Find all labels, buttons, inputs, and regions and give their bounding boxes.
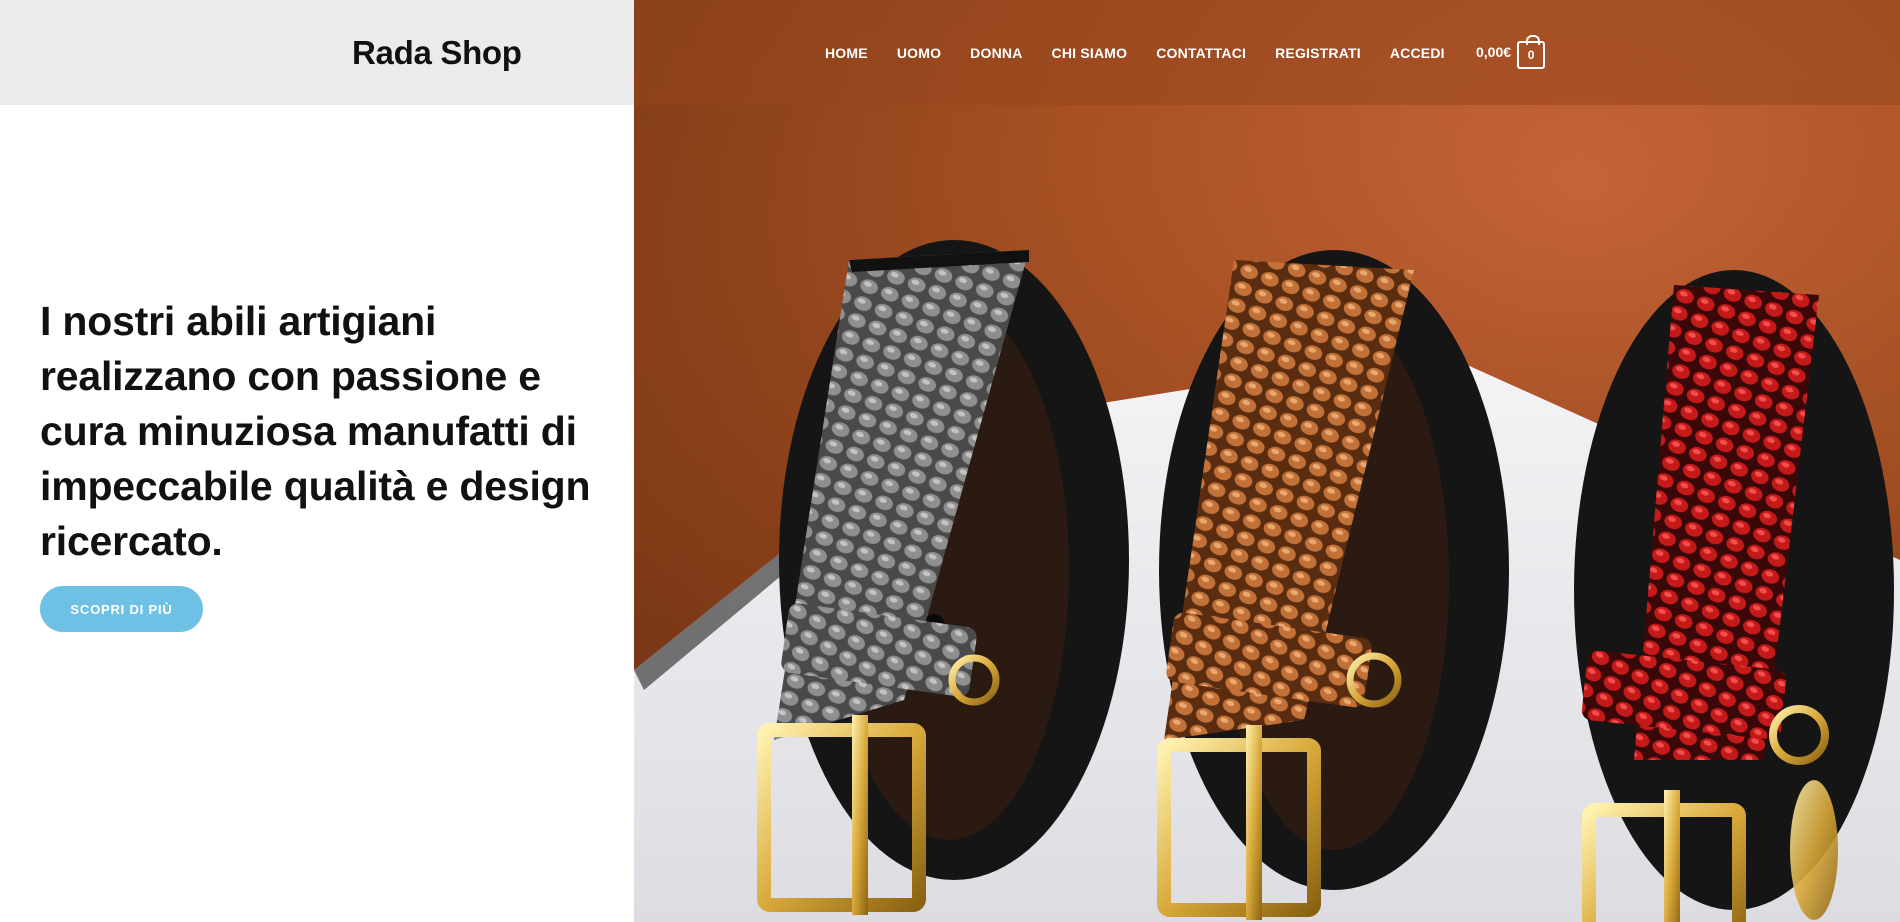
belts-illustration (634, 0, 1900, 922)
header-brand-bar: Rada Shop (0, 0, 634, 105)
site-logo[interactable]: Rada Shop (352, 34, 522, 72)
cart-total: 0,00€ (1476, 44, 1512, 60)
nav-item-contattaci[interactable]: CONTATTACI (1156, 45, 1246, 61)
hero-headline: I nostri abili artigiani realizzano con … (40, 298, 591, 564)
shopping-bag-icon: 0 (1517, 35, 1546, 69)
nav-item-registrati[interactable]: REGISTRATI (1275, 45, 1361, 61)
nav-item-uomo[interactable]: UOMO (897, 45, 941, 61)
hero-image (634, 0, 1900, 922)
discover-more-button[interactable]: SCOPRI DI PIÙ (40, 586, 203, 632)
nav-item-accedi[interactable]: ACCEDI (1390, 45, 1445, 61)
nav-item-chi-siamo[interactable]: CHI SIAMO (1052, 45, 1128, 61)
cart-link[interactable]: 0,00€ 0 (1476, 35, 1546, 69)
nav-item-home[interactable]: HOME (825, 45, 868, 61)
main-nav: HOME UOMO DONNA CHI SIAMO CONTATTACI REG… (825, 43, 1445, 63)
nav-item-donna[interactable]: DONNA (970, 45, 1022, 61)
cart-count: 0 (1527, 48, 1535, 62)
